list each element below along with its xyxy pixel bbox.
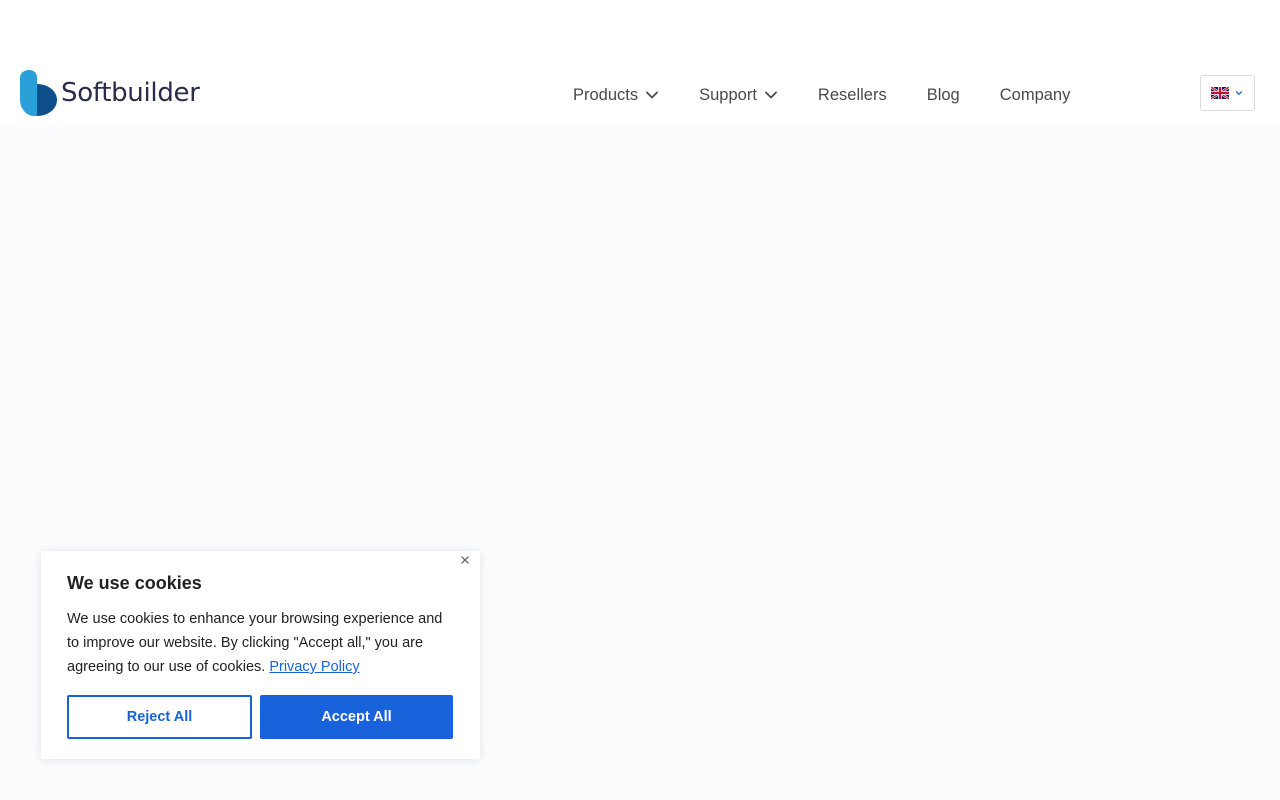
softbuilder-logo-icon	[20, 70, 57, 116]
chevron-down-icon	[1235, 91, 1243, 95]
reject-all-button[interactable]: Reject All	[67, 695, 252, 739]
nav-item-support[interactable]: Support	[699, 86, 778, 105]
cookie-actions: Reject All Accept All	[67, 695, 453, 739]
cookie-description-text: We use cookies to enhance your browsing …	[67, 611, 443, 675]
nav-item-label: Resellers	[817, 85, 887, 104]
privacy-policy-link[interactable]: Privacy Policy	[269, 659, 359, 675]
nav-item-resellers[interactable]: Resellers	[818, 86, 887, 105]
brand-name: Softbuilder	[61, 78, 200, 108]
nav-item-company[interactable]: Company	[1000, 86, 1071, 105]
chevron-down-icon	[765, 91, 777, 99]
main-nav: Products Support Resellers Blog Company	[573, 82, 1070, 108]
nav-item-label: Support	[699, 85, 757, 104]
cookie-consent-banner: We use cookies We use cookies to enhance…	[41, 551, 480, 759]
chevron-down-icon	[646, 91, 659, 99]
nav-item-label: Products	[573, 85, 639, 104]
nav-item-label: Company	[999, 85, 1071, 104]
cookie-title: We use cookies	[67, 573, 202, 593]
accept-all-button[interactable]: Accept All	[260, 695, 453, 739]
nav-item-blog[interactable]: Blog	[927, 86, 960, 105]
language-switcher[interactable]	[1200, 75, 1255, 111]
cookie-description: We use cookies to enhance your browsing …	[67, 607, 457, 679]
nav-item-products[interactable]: Products	[573, 86, 659, 105]
site-logo[interactable]: Softbuilder	[20, 70, 200, 116]
nav-item-label: Blog	[926, 85, 960, 104]
site-header: Softbuilder Products Support Resellers B…	[0, 0, 1280, 126]
close-icon[interactable]	[459, 554, 471, 566]
uk-flag-icon	[1211, 87, 1229, 99]
